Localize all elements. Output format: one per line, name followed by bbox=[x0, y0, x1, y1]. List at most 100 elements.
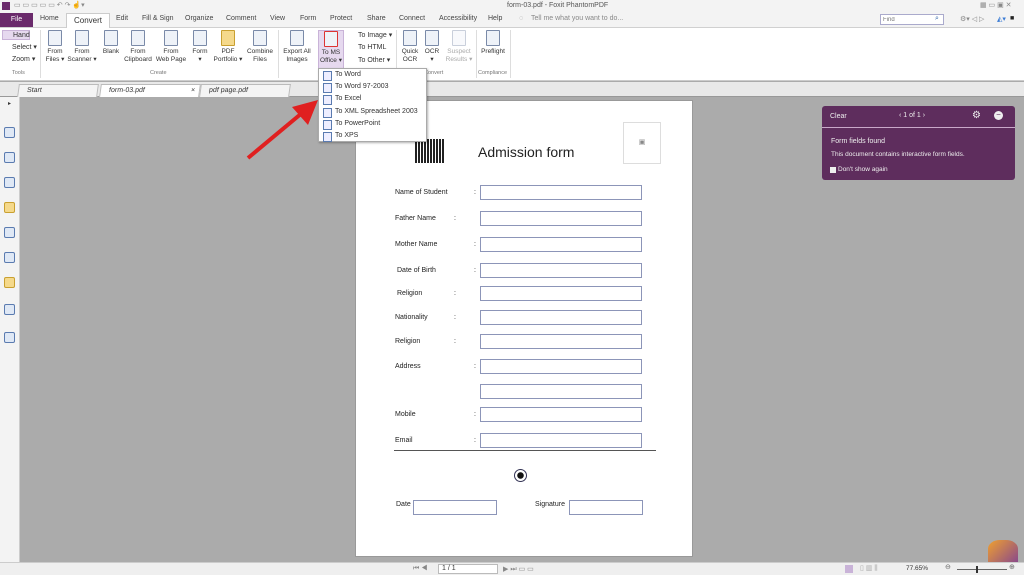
user-icon[interactable]: ■ bbox=[1010, 15, 1014, 22]
from-scanner-button[interactable]: From Scanner ▾ bbox=[66, 30, 98, 64]
to-image-button[interactable]: To Image ▾ bbox=[348, 31, 392, 39]
pager[interactable]: ‹ 1 of 1 › bbox=[899, 112, 925, 119]
tab-convert[interactable]: Convert bbox=[66, 13, 110, 29]
from-web-page-button[interactable]: From Web Page bbox=[154, 30, 188, 64]
form-field[interactable] bbox=[480, 407, 642, 422]
preflight-button[interactable]: Preflight bbox=[478, 30, 508, 56]
to-ms-office-button[interactable]: To MS Office ▾ bbox=[318, 30, 344, 70]
layers-icon[interactable] bbox=[4, 177, 15, 188]
menu-item-to-powerpoint[interactable]: To PowerPoint bbox=[319, 118, 426, 130]
tab-form[interactable]: Form bbox=[300, 15, 316, 22]
tab-home[interactable]: Home bbox=[40, 15, 59, 22]
gear-icon[interactable]: ⚙ bbox=[972, 110, 981, 121]
form-field[interactable] bbox=[480, 263, 642, 278]
tab-organize[interactable]: Organize bbox=[185, 15, 213, 22]
form-button[interactable]: Form ▾ bbox=[188, 30, 212, 64]
from-clipboard-button[interactable]: From Clipboard bbox=[122, 30, 154, 64]
tab-protect[interactable]: Protect bbox=[330, 15, 352, 22]
page-number-input[interactable]: 1 / 1 bbox=[438, 564, 498, 574]
menu-item-to-excel[interactable]: To Excel bbox=[319, 93, 426, 106]
window-controls[interactable]: ▦ ▭ ▣ ✕ bbox=[980, 1, 1012, 9]
colon: : bbox=[454, 290, 456, 297]
to-other-button[interactable]: To Other ▾ bbox=[348, 56, 390, 64]
signature-label: Signature bbox=[535, 501, 565, 508]
tab-form-03[interactable]: form-03.pdf × bbox=[99, 84, 201, 97]
form-field[interactable] bbox=[480, 185, 642, 200]
next-last-page-buttons[interactable]: ▶ ⏭ ▭ ▭ bbox=[503, 565, 534, 574]
form-field[interactable] bbox=[480, 433, 642, 448]
menu-item-to-word-97-2003[interactable]: To Word 97-2003 bbox=[319, 81, 426, 94]
form-field[interactable] bbox=[480, 237, 642, 252]
dont-show-label: Don't show again bbox=[838, 166, 888, 173]
zoom-tool[interactable]: Zoom ▾ bbox=[12, 55, 35, 63]
tab-help[interactable]: Help bbox=[488, 15, 502, 22]
from-files-button[interactable]: From Files ▾ bbox=[42, 30, 68, 64]
combine-files-button[interactable]: Combine Files bbox=[244, 30, 276, 64]
ocr-button[interactable]: OCR ▾ bbox=[422, 30, 442, 64]
pages-icon[interactable] bbox=[4, 152, 15, 163]
tab-share[interactable]: Share bbox=[367, 15, 386, 22]
form-field[interactable] bbox=[480, 384, 642, 399]
expand-panel-icon[interactable]: ▸ bbox=[8, 100, 11, 107]
export-all-images-button[interactable]: Export All Images bbox=[280, 30, 314, 64]
single-page-view-icon[interactable] bbox=[845, 565, 853, 573]
attachment-icon[interactable] bbox=[4, 227, 15, 238]
tab-fill-sign[interactable]: Fill & Sign bbox=[142, 15, 174, 22]
combine-icon bbox=[253, 30, 267, 46]
menu-item-to-xps[interactable]: To XPS bbox=[319, 130, 426, 143]
form-field[interactable] bbox=[480, 211, 642, 226]
tags-icon[interactable] bbox=[4, 332, 15, 343]
tab-accessibility[interactable]: Accessibility bbox=[439, 15, 477, 22]
to-html-button[interactable]: To HTML bbox=[348, 44, 386, 51]
colon: : bbox=[474, 241, 476, 248]
tab-comment[interactable]: Comment bbox=[226, 15, 256, 22]
lock-icon[interactable] bbox=[4, 277, 15, 288]
hand-tool[interactable]: Hand bbox=[2, 30, 30, 40]
notification-heading: Form fields found bbox=[831, 138, 886, 145]
date-field[interactable] bbox=[413, 500, 497, 515]
tab-edit[interactable]: Edit bbox=[116, 15, 128, 22]
view-mode-icons[interactable]: ▯ ▥ ⫼ bbox=[860, 564, 878, 573]
tell-me-input[interactable]: Tell me what you want to do... bbox=[531, 15, 623, 22]
blank-button[interactable]: Blank bbox=[98, 30, 124, 56]
tab-view[interactable]: View bbox=[270, 15, 285, 22]
form-field[interactable] bbox=[480, 310, 642, 325]
zoom-slider[interactable] bbox=[957, 566, 1007, 573]
radio-button[interactable] bbox=[514, 469, 527, 482]
dont-show-checkbox[interactable] bbox=[830, 167, 836, 173]
zoom-in-icon[interactable]: ⊕ bbox=[1009, 563, 1015, 571]
search-icon[interactable]: ⌕ bbox=[935, 15, 939, 23]
menu-item-to-xml-spreadsheet[interactable]: To XML Spreadsheet 2003 bbox=[319, 106, 426, 118]
preflight-icon bbox=[486, 30, 500, 46]
bell-icon[interactable]: ◭▾ bbox=[997, 15, 1006, 23]
pdf-portfolio-button[interactable]: PDF Portfolio ▾ bbox=[212, 30, 244, 64]
suspect-results-button[interactable]: Suspect Results ▾ bbox=[443, 30, 475, 64]
document-tabs: Start form-03.pdf × pdf page.pdf bbox=[0, 82, 1024, 97]
gear-icon[interactable]: ⚙▾ ◁ ▷ bbox=[960, 15, 984, 23]
field-label: Religion bbox=[395, 338, 421, 345]
clear-button[interactable]: Clear bbox=[830, 113, 847, 120]
menu-item-to-word[interactable]: To Word bbox=[319, 69, 426, 82]
form-field[interactable] bbox=[480, 359, 642, 374]
tools-group-label: Tools bbox=[12, 70, 25, 76]
quick-access-toolbar[interactable]: ▭ ▭ ▭ ▭ ▭ ↶ ↷ ☝▾ bbox=[14, 1, 85, 9]
scanner-icon bbox=[75, 30, 89, 46]
signature-field[interactable] bbox=[569, 500, 643, 515]
first-prev-page-buttons[interactable]: ⏮ ◀ bbox=[413, 565, 428, 573]
bookmark-icon[interactable] bbox=[4, 127, 15, 138]
tab-connect[interactable]: Connect bbox=[399, 15, 425, 22]
quick-ocr-button[interactable]: Quick OCR bbox=[398, 30, 422, 64]
colon: : bbox=[474, 189, 476, 196]
comments-icon[interactable] bbox=[4, 202, 15, 213]
form-field[interactable] bbox=[480, 286, 642, 301]
form-field[interactable] bbox=[480, 334, 642, 349]
collapse-icon[interactable]: − bbox=[994, 111, 1003, 120]
content-icon[interactable] bbox=[4, 304, 15, 315]
tab-start[interactable]: Start bbox=[17, 84, 99, 97]
signature-icon[interactable] bbox=[4, 252, 15, 263]
file-menu[interactable]: File bbox=[0, 13, 33, 27]
zoom-level[interactable]: 77.65% bbox=[906, 565, 928, 572]
select-tool[interactable]: Select ▾ bbox=[12, 43, 37, 51]
close-tab-icon[interactable]: × bbox=[190, 87, 195, 94]
zoom-out-icon[interactable]: ⊖ bbox=[945, 563, 951, 571]
